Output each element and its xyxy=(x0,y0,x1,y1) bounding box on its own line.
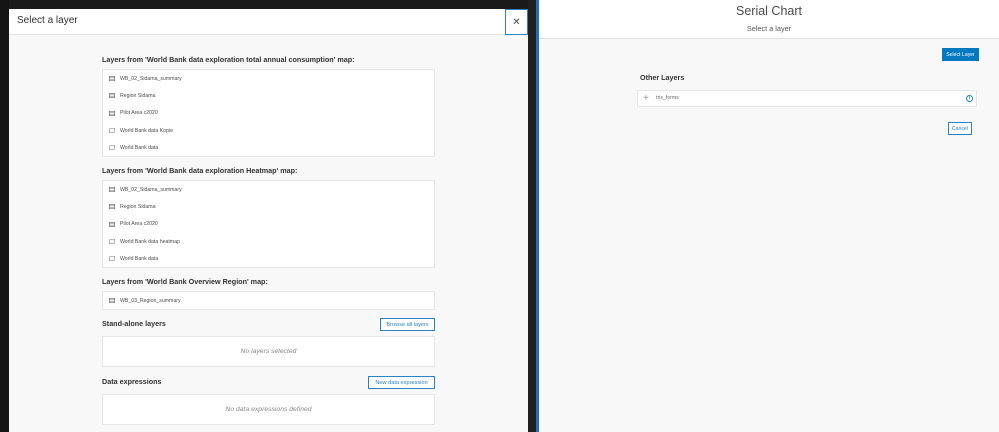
layer-label: Pilot Area c2020 xyxy=(120,221,158,228)
layer-list: WB_03_Region_summary xyxy=(102,291,435,311)
map-layer-icon xyxy=(109,128,115,134)
layer-item[interactable]: WB_02_Sidama_summary xyxy=(103,181,434,198)
standalone-title: Stand-alone layers xyxy=(102,319,166,328)
layer-item[interactable]: WB_02_Sidama_summary xyxy=(103,70,434,87)
layer-label: WB_02_Sidama_summary xyxy=(120,75,182,82)
other-layer-label: tris_forms xyxy=(656,95,679,101)
other-layer-item[interactable]: + tris_forms i xyxy=(637,90,977,107)
group-title: Layers from 'World Bank Overview Region'… xyxy=(102,277,268,286)
panel-subtitle: Select a layer xyxy=(746,24,792,33)
backdrop-divider xyxy=(528,0,539,432)
table-icon xyxy=(109,221,115,227)
new-data-expression-button[interactable]: New data expression xyxy=(368,376,435,389)
layer-item[interactable]: World Bank data Kopie xyxy=(103,122,434,139)
layer-label: WB_02_Sidama_summary xyxy=(120,186,182,193)
other-layers-title: Other Layers xyxy=(640,73,685,82)
layer-item[interactable]: Pilot Area c2020 xyxy=(103,216,434,233)
panel-header: Serial Chart Select a layer xyxy=(539,0,999,39)
modal-header: Select a layer ✕ xyxy=(9,9,528,35)
layer-label: World Bank data Kopie xyxy=(120,127,173,134)
layer-label: WB_03_Region_summary xyxy=(120,297,181,304)
select-layer-button[interactable]: Select Layer xyxy=(942,48,979,61)
backdrop-left xyxy=(0,0,9,432)
map-layer-icon xyxy=(109,256,115,262)
layer-item[interactable]: World Bank data xyxy=(103,139,434,156)
layer-item[interactable]: Region Sidama xyxy=(103,87,434,104)
map-layer-icon xyxy=(109,145,115,151)
layer-label: Region Sidama xyxy=(120,92,156,99)
plus-icon[interactable]: + xyxy=(643,93,649,105)
layer-item[interactable]: WB_03_Region_summary xyxy=(103,292,434,309)
browse-all-layers-button[interactable]: Browse all layers xyxy=(380,318,435,331)
group-title: Layers from 'World Bank data exploration… xyxy=(102,166,298,175)
table-icon xyxy=(109,93,115,99)
expressions-title: Data expressions xyxy=(102,377,162,386)
layer-label: World Bank data heatmap xyxy=(120,238,180,245)
layer-label: Region Sidama xyxy=(120,203,156,210)
table-icon xyxy=(109,110,115,116)
layer-label: World Bank data xyxy=(120,255,159,262)
settings-panel: Serial Chart Select a layer Select Layer… xyxy=(539,0,999,432)
info-icon[interactable]: i xyxy=(966,95,973,102)
layer-item[interactable]: Pilot Area c2020 xyxy=(103,105,434,122)
select-layer-modal: Select a layer ✕ Layers from 'World Bank… xyxy=(9,9,528,432)
layer-item[interactable]: Region Sidama xyxy=(103,198,434,215)
table-icon xyxy=(109,76,115,82)
layer-label: World Bank data xyxy=(120,144,159,151)
table-icon xyxy=(109,187,115,193)
layer-list: WB_02_Sidama_summary Region Sidama Pilot… xyxy=(102,69,435,158)
close-button[interactable]: ✕ xyxy=(505,9,528,35)
close-icon: ✕ xyxy=(512,16,521,28)
layer-list: WB_02_Sidama_summary Region Sidama Pilot… xyxy=(102,180,435,269)
expressions-empty-state: No data expressions defined xyxy=(102,394,435,425)
layer-item[interactable]: World Bank data heatmap xyxy=(103,233,434,250)
panel-title: Serial Chart xyxy=(736,4,802,18)
standalone-empty-state: No layers selected xyxy=(102,336,435,367)
layer-item[interactable]: World Bank data xyxy=(103,250,434,267)
group-title: Layers from 'World Bank data exploration… xyxy=(102,55,355,64)
modal-title: Select a layer xyxy=(17,15,78,26)
cancel-button[interactable]: Cancel xyxy=(948,122,972,135)
table-icon xyxy=(109,204,115,210)
table-icon xyxy=(109,298,115,304)
map-layer-icon xyxy=(109,239,115,245)
layer-label: Pilot Area c2020 xyxy=(120,110,158,117)
